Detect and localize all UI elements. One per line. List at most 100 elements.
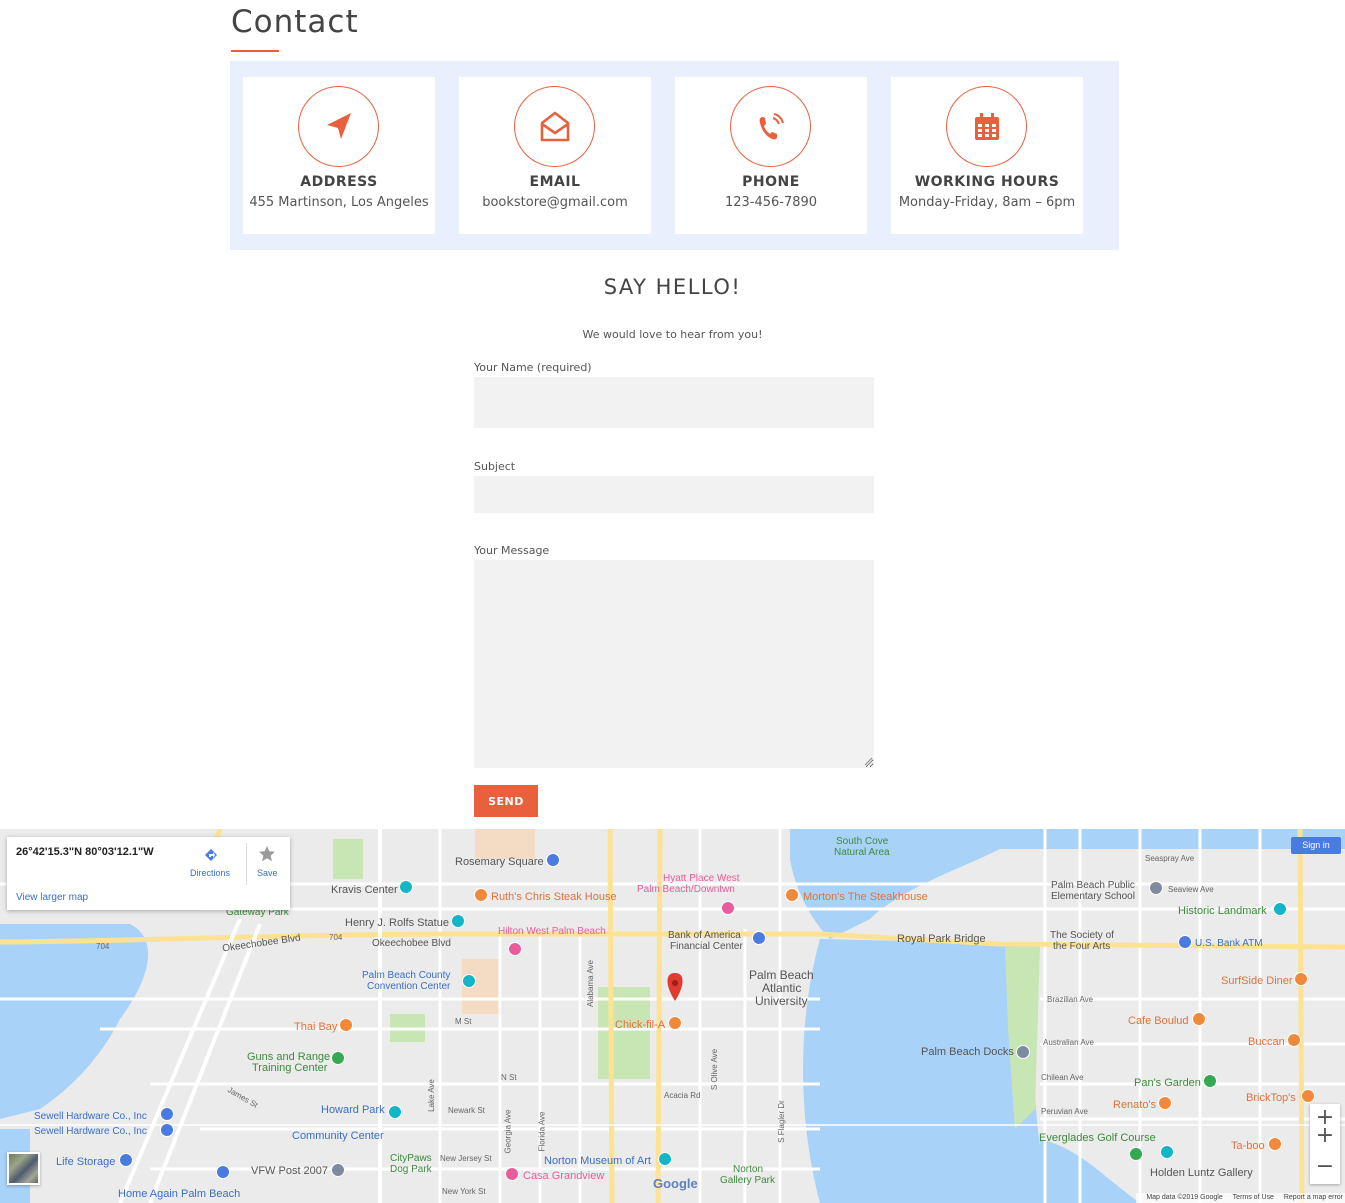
poi-icon[interactable] — [1301, 1089, 1315, 1103]
report-error-link[interactable]: Report a map error — [1284, 1194, 1343, 1201]
poi-icon[interactable] — [1160, 1145, 1174, 1159]
poi-icon[interactable] — [160, 1107, 174, 1121]
form-title: SAY HELLO! — [603, 275, 742, 299]
poi-icon[interactable] — [1192, 1012, 1206, 1026]
map-label: BrickTop's — [1246, 1092, 1296, 1104]
map-label: Norton Museum of Art — [544, 1155, 651, 1167]
message-field[interactable] — [474, 560, 874, 768]
poi-icon[interactable] — [451, 914, 465, 928]
map-label: VFW Post 2007 — [251, 1165, 329, 1177]
poi-icon[interactable] — [388, 1105, 402, 1119]
poi-icon[interactable] — [1016, 1045, 1030, 1059]
poi-icon[interactable] — [1178, 935, 1192, 949]
poi-icon[interactable] — [1287, 1033, 1301, 1047]
poi-icon[interactable] — [546, 853, 560, 867]
map-label: Training Center — [252, 1062, 328, 1074]
terms-link[interactable]: Terms of Use — [1233, 1194, 1274, 1201]
hours-card: WORKING HOURS Monday-Friday, 8am – 6pm — [891, 77, 1083, 234]
envelope-open-icon — [540, 111, 570, 142]
phone-value: 123-456-7890 — [724, 195, 818, 210]
save-place-button[interactable]: Save — [257, 868, 278, 878]
poi-icon[interactable] — [160, 1123, 174, 1137]
hours-value: Monday-Friday, 8am – 6pm — [898, 195, 1076, 210]
zoom-in-button[interactable]: + — [1310, 1124, 1340, 1148]
poi-icon[interactable] — [216, 1165, 230, 1179]
street-label: Seaview Ave — [1168, 885, 1214, 894]
map-label: CityPaws — [390, 1153, 432, 1164]
poi-icon[interactable] — [1149, 881, 1163, 895]
poi-icon[interactable] — [1294, 972, 1308, 986]
map-label: Norton — [733, 1164, 764, 1175]
poi-icon[interactable] — [1273, 902, 1287, 916]
map-label: Hilton West Palm Beach — [498, 926, 606, 937]
map-footer: Map data ©2019 Google Terms of Use Repor… — [1136, 1193, 1345, 1203]
street-label: S Flagler Dr — [776, 1100, 786, 1143]
poi-icon[interactable] — [752, 931, 766, 945]
address-title: ADDRESS — [300, 174, 378, 190]
poi-icon[interactable] — [785, 888, 799, 902]
poi-icon[interactable] — [331, 1051, 345, 1065]
map-label: Palm Beach/Downtwn — [637, 884, 735, 895]
map-label: Life Storage — [56, 1156, 116, 1168]
street-label: Chilean Ave — [1041, 1073, 1084, 1082]
map-label: Sewell Hardware Co., Inc — [34, 1111, 147, 1122]
subject-label: Subject — [474, 460, 516, 473]
coordinates-text: 26°42'15.3"N 80°03'12.1"W — [16, 846, 154, 858]
location-arrow-icon — [327, 113, 351, 139]
street-label: N St — [501, 1073, 517, 1082]
map-label: Henry J. Rolfs Statue — [345, 917, 449, 929]
google-map[interactable]: South Cove Natural Area Rosemary Square … — [0, 829, 1345, 1203]
subject-field[interactable] — [474, 476, 874, 513]
email-card: EMAIL bookstore@gmail.com — [459, 77, 651, 234]
poi-icon[interactable] — [339, 1018, 353, 1032]
message-label: Your Message — [474, 544, 550, 557]
poi-icon[interactable] — [1158, 1096, 1172, 1110]
map-label: Bank of America — [668, 930, 741, 941]
poi-icon[interactable] — [474, 888, 488, 902]
view-larger-map-link[interactable]: View larger map — [16, 892, 88, 903]
email-title: EMAIL — [529, 174, 581, 190]
map-label: SurfSide Diner — [1221, 975, 1293, 987]
star-icon[interactable] — [258, 845, 276, 863]
map-label: Thai Bay — [294, 1021, 338, 1033]
send-button[interactable]: SEND — [474, 785, 538, 817]
map-label: U.S. Bank ATM — [1195, 938, 1263, 949]
street-label: Brazilian Ave — [1047, 995, 1094, 1004]
street-label: Lake Ave — [426, 1079, 436, 1112]
resize-handle-icon[interactable] — [864, 757, 873, 766]
directions-link[interactable]: Directions — [190, 868, 230, 878]
map-label: University — [755, 994, 808, 1008]
map-label: Sewell Hardware Co., Inc — [34, 1126, 147, 1137]
map-label: Ruth's Chris Steak House — [491, 891, 617, 903]
poi-icon[interactable] — [1129, 1147, 1143, 1161]
map-label: Okeechobee Blvd — [372, 938, 451, 949]
map-label: Convention Center — [367, 981, 451, 992]
poi-icon[interactable] — [668, 1016, 682, 1030]
poi-icon[interactable] — [462, 974, 476, 988]
name-label: Your Name (required) — [474, 361, 592, 374]
street-label: M St — [455, 1017, 472, 1026]
hours-icon-circle — [946, 86, 1027, 167]
poi-icon[interactable] — [508, 942, 522, 956]
poi-icon[interactable] — [505, 1167, 519, 1181]
poi-icon[interactable] — [1268, 1137, 1282, 1151]
map-label: Holden Luntz Gallery — [1150, 1167, 1253, 1179]
poi-icon[interactable] — [721, 901, 735, 915]
poi-icon[interactable] — [658, 1152, 672, 1166]
poi-icon[interactable] — [1203, 1074, 1217, 1088]
map-label: Howard Park — [321, 1104, 385, 1116]
directions-icon[interactable] — [203, 847, 219, 865]
street-label: Australian Ave — [1043, 1038, 1094, 1047]
sign-in-button[interactable]: Sign in — [1291, 837, 1341, 854]
street-label: New Jersey St — [440, 1154, 492, 1163]
zoom-out-button[interactable]: − — [1310, 1155, 1340, 1179]
phone-card: PHONE 123-456-7890 — [675, 77, 867, 234]
name-field[interactable] — [474, 377, 874, 428]
map-label: Elementary School — [1051, 891, 1135, 902]
street-label: Acacia Rd — [664, 1091, 701, 1100]
poi-icon[interactable] — [399, 880, 413, 894]
poi-icon[interactable] — [119, 1153, 133, 1167]
poi-icon[interactable] — [331, 1163, 345, 1177]
contact-info-panel: ADDRESS 455 Martinson, Los Angeles EMAIL… — [230, 61, 1119, 250]
satellite-toggle[interactable] — [7, 1152, 40, 1185]
